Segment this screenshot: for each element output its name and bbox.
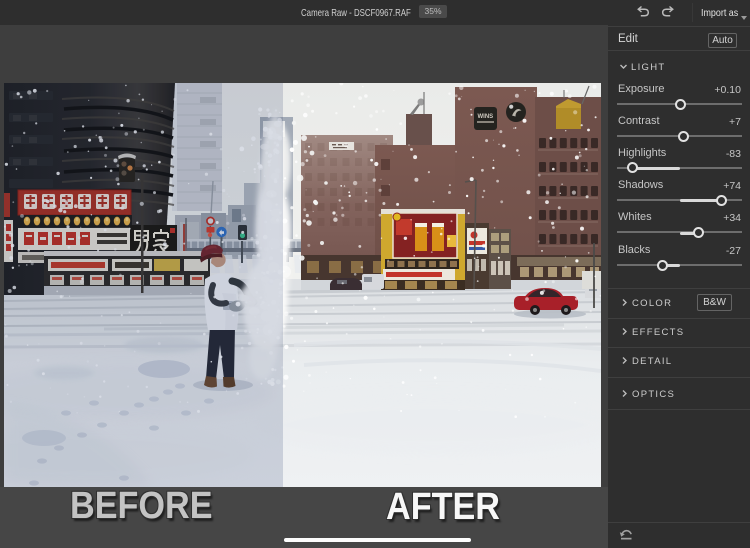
svg-text:WINS: WINS <box>478 114 494 120</box>
